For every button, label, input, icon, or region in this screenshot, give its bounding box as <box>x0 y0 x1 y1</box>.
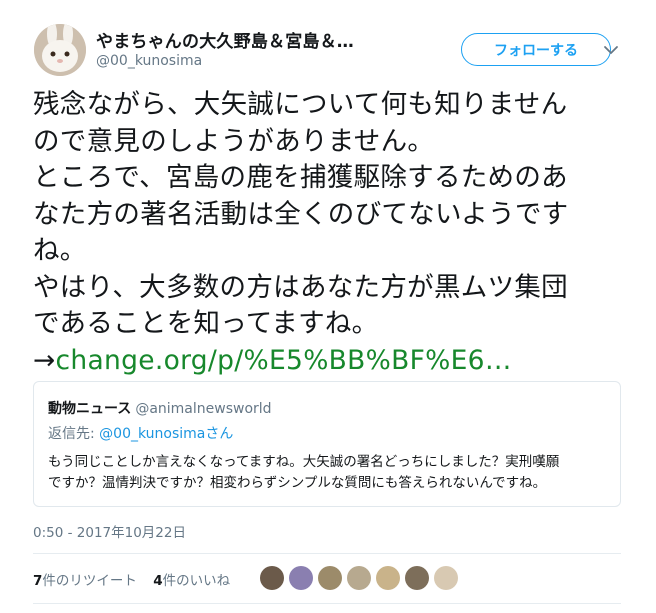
quoted-line: もう同じことしか言えなくなってますね。大矢誠の署名どっちにしました？実刑嘆願 <box>48 454 560 470</box>
quoted-tweet-text: もう同じことしか言えなくなってますね。大矢誠の署名どっちにしました？実刑嘆願 で… <box>48 452 610 494</box>
liker-avatar[interactable] <box>376 566 400 590</box>
liker-avatar[interactable] <box>434 566 458 590</box>
tweet-line: ので意見のしようがありません。 <box>33 125 435 157</box>
follow-button[interactable]: フォローする <box>461 33 611 66</box>
like-count[interactable]: 4 <box>153 573 162 589</box>
tweet-timestamp[interactable]: 0:50 - 2017年10月22日 <box>33 521 186 541</box>
author-handle[interactable]: @00_kunosima <box>96 53 202 69</box>
tweet-line: であることを知ってますね。 <box>33 308 379 339</box>
tweet-line: やはり、大多数の方はあなた方が黒ムツ集団 <box>33 271 568 303</box>
reply-prefix: 返信先: <box>48 426 100 442</box>
retweet-count[interactable]: 7 <box>33 573 42 589</box>
tweet-line: 残念ながら、大矢誠について何も知りません <box>33 89 568 120</box>
quoted-author-handle: @animalnewsworld <box>135 401 272 417</box>
quoted-author-name: 動物ニュース <box>48 401 132 417</box>
like-label[interactable]: 件のいいね <box>163 573 231 589</box>
divider <box>33 603 621 604</box>
liker-avatar[interactable] <box>289 566 313 590</box>
reply-user-link[interactable]: @00_kunosimaさん <box>99 426 233 442</box>
author-display-name[interactable]: やまちゃんの大久野島＆宮島＆… <box>96 27 354 52</box>
quoted-author: 動物ニュース @animalnewsworld <box>48 398 272 418</box>
liker-avatars <box>260 566 463 590</box>
chevron-down-icon[interactable] <box>602 42 620 58</box>
tweet-text: 残念ながら、大矢誠について何も知りません ので意見のしようがありません。 ところ… <box>33 87 633 379</box>
liker-avatar[interactable] <box>318 566 342 590</box>
quoted-reply-to: 返信先: @00_kunosimaさん <box>48 423 233 443</box>
liker-avatar[interactable] <box>405 566 429 590</box>
divider <box>33 553 621 554</box>
quoted-line: ですか？温情判決ですか？相変わらずシンプルな質問にも答えられないんですね。 <box>48 475 547 491</box>
liker-avatar[interactable] <box>347 566 371 590</box>
tweet-line: ところで、宮島の鹿を捕獲駆除するためのあ <box>33 162 568 193</box>
rabbit-avatar-icon <box>34 24 86 76</box>
tweet-line: なた方の著名活動は全くのびてないようです <box>33 198 569 230</box>
quoted-tweet-card[interactable]: 動物ニュース @animalnewsworld 返信先: @00_kunosima… <box>33 381 621 507</box>
retweet-label[interactable]: 件のリツイート <box>42 573 137 589</box>
tweet-line: ね。 <box>33 235 87 266</box>
tweet-link[interactable]: change.org/p/%E5%BB%BF%E6… <box>56 345 512 376</box>
liker-avatar[interactable] <box>260 566 284 590</box>
arrow-glyph: → <box>33 344 56 376</box>
tweet-stats: 7件のリツイート 4件のいいね <box>33 569 242 589</box>
author-avatar[interactable] <box>34 24 86 76</box>
tweet-link-line: →change.org/p/%E5%BB%BF%E6… <box>33 343 633 380</box>
